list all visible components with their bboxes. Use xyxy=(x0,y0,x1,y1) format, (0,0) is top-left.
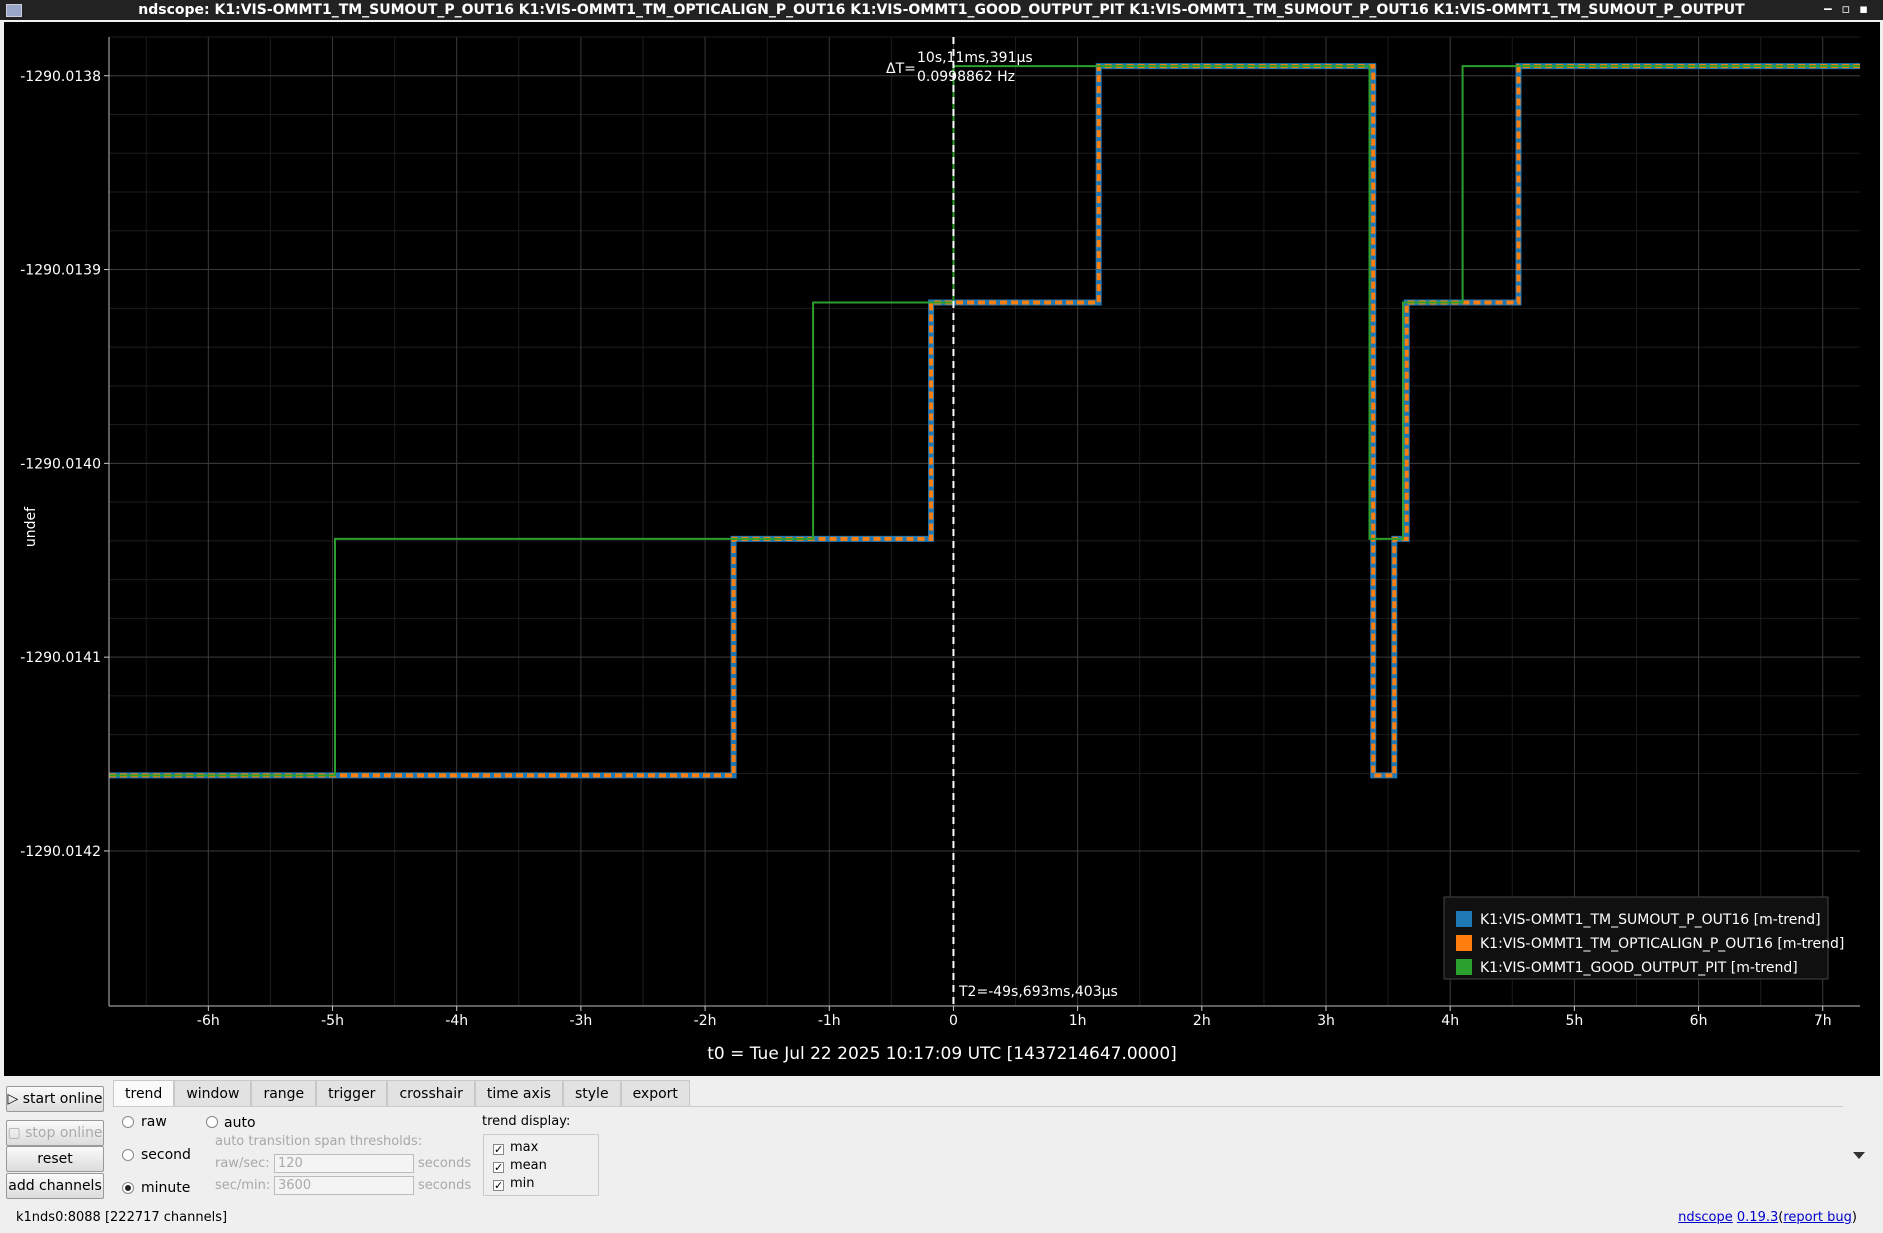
trend-display-label: trend display: xyxy=(482,1114,571,1129)
auto-radio[interactable] xyxy=(206,1116,218,1128)
minimize-icon[interactable]: ‒ xyxy=(1823,2,1841,17)
series-line-1 xyxy=(109,64,1860,778)
y-tick-label: -1290.0139 xyxy=(20,263,101,279)
reset-button[interactable]: reset xyxy=(6,1146,104,1172)
legend-swatch xyxy=(1456,935,1472,951)
x-tick-label: -6h xyxy=(197,1013,220,1029)
tab-export[interactable]: export xyxy=(620,1080,690,1106)
second-label: second xyxy=(141,1147,191,1163)
sec-min-label: sec/min: xyxy=(215,1178,271,1193)
raw-radio[interactable] xyxy=(122,1116,134,1128)
maximize-icon[interactable]: ▫ xyxy=(1841,2,1859,17)
x-tick-label: 4h xyxy=(1441,1013,1459,1029)
plot-area[interactable]: -6h -5h -4h -3h -2h -1h 0 1h 2h 3h 4h 5h 6h 7h -1290.0… xyxy=(4,22,1880,1076)
min-checkbox[interactable]: ✓ xyxy=(493,1180,504,1191)
series-line-0 xyxy=(109,63,1860,779)
plot-grid xyxy=(109,36,1860,1006)
cursor-t2-label: T2=-49s,693ms,403μs xyxy=(958,984,1118,1000)
plot-axes: -6h -5h -4h -3h -2h -1h 0 1h 2h 3h 4h 5h 6h 7h -1290.0… xyxy=(20,37,1860,1029)
close-icon[interactable]: ▪ xyxy=(1859,2,1877,17)
close-paren: ) xyxy=(1851,1210,1857,1225)
x-tick-label: 7h xyxy=(1814,1013,1832,1029)
sec-min-unit: seconds xyxy=(418,1178,472,1193)
y-tick-label: -1290.0141 xyxy=(20,650,101,666)
plot-legend: K1:VIS-OMMT1_TM_SUMOUT_P_OUT16 [m-trend]… xyxy=(1443,896,1844,980)
ndscope-link[interactable]: ndscope xyxy=(1678,1210,1733,1225)
status-server: k1nds0:8088 [222717 channels] xyxy=(16,1210,227,1225)
legend-swatch xyxy=(1456,911,1472,927)
tab-trend[interactable]: trend xyxy=(113,1080,175,1106)
x-tick-label: 6h xyxy=(1690,1013,1708,1029)
auto-label: auto xyxy=(224,1115,256,1131)
raw-sec-input[interactable]: 120 xyxy=(274,1154,414,1173)
x-tick-label: -4h xyxy=(445,1013,468,1029)
raw-label: raw xyxy=(141,1114,167,1130)
max-checkbox[interactable]: ✓ xyxy=(493,1144,504,1155)
thresholds-label: auto transition span thresholds: xyxy=(215,1134,423,1149)
x-tick-label: 2h xyxy=(1193,1013,1211,1029)
cursor-delta-frequency: 0.0998862 Hz xyxy=(917,69,1015,85)
max-label: max xyxy=(510,1140,539,1155)
window-menu-icon[interactable] xyxy=(6,4,22,17)
report-bug-link[interactable]: report bug xyxy=(1783,1210,1852,1225)
trend-display-group: ✓ max ✓ mean ✓ min xyxy=(483,1134,599,1196)
legend-label: K1:VIS-OMMT1_TM_SUMOUT_P_OUT16 [m-trend] xyxy=(1480,912,1821,928)
plot-series xyxy=(109,63,1860,779)
version-link[interactable]: 0.19.3 xyxy=(1737,1210,1778,1225)
tab-crosshair[interactable]: crosshair xyxy=(387,1080,475,1106)
window-buttons: ‒▫▪ xyxy=(1823,0,1877,20)
raw-sec-label: raw/sec: xyxy=(215,1156,270,1171)
tab-style[interactable]: style xyxy=(562,1080,621,1106)
legend-swatch xyxy=(1456,959,1472,975)
stop-online-button[interactable]: ▢ stop online xyxy=(6,1120,104,1146)
mean-checkbox[interactable]: ✓ xyxy=(493,1162,504,1173)
x-tick-label: -1h xyxy=(818,1013,841,1029)
x-tick-label: 0 xyxy=(949,1013,958,1029)
minute-label: minute xyxy=(141,1180,191,1196)
legend-label: K1:VIS-OMMT1_TM_OPTICALIGN_P_OUT16 [m-tr… xyxy=(1480,936,1844,952)
cursor-delta-time: 10s,11ms,391μs xyxy=(917,50,1033,66)
start-online-button[interactable]: ▷ start online xyxy=(6,1086,104,1112)
window-titlebar: ndscope: K1:VIS-OMMT1_TM_SUMOUT_P_OUT16 … xyxy=(0,0,1883,20)
window-title: ndscope: K1:VIS-OMMT1_TM_SUMOUT_P_OUT16 … xyxy=(138,2,1745,18)
x-tick-label: 3h xyxy=(1317,1013,1335,1029)
y-tick-label: -1290.0138 xyxy=(20,69,101,85)
y-axis-label: undef xyxy=(23,506,39,547)
legend-label: K1:VIS-OMMT1_GOOD_OUTPUT_PIT [m-trend] xyxy=(1480,960,1798,976)
tab-divider xyxy=(113,1106,1843,1107)
mean-label: mean xyxy=(510,1158,547,1173)
tab-range[interactable]: range xyxy=(251,1080,317,1106)
t0-label: t0 = Tue Jul 22 2025 10:17:09 UTC [14372… xyxy=(707,1044,1177,1064)
x-tick-label: -3h xyxy=(569,1013,592,1029)
y-tick-label: -1290.0140 xyxy=(20,456,101,472)
raw-sec-unit: seconds xyxy=(418,1156,472,1171)
tab-trigger[interactable]: trigger xyxy=(316,1080,388,1106)
x-tick-label: 1h xyxy=(1069,1013,1087,1029)
series-line-2 xyxy=(109,65,1860,777)
chevron-down-icon[interactable] xyxy=(1853,1152,1865,1159)
tab-time-axis[interactable]: time axis xyxy=(474,1080,563,1106)
server-address: k1nds0:8088 xyxy=(16,1210,101,1225)
channel-count: [222717 channels] xyxy=(104,1210,228,1225)
second-radio[interactable] xyxy=(122,1149,134,1161)
sec-min-input[interactable]: 3600 xyxy=(274,1176,414,1195)
x-tick-label: 5h xyxy=(1565,1013,1583,1029)
add-channels-button[interactable]: add channels xyxy=(6,1173,104,1199)
minute-radio[interactable] xyxy=(122,1182,134,1194)
tab-bar: trend window range trigger crosshair tim… xyxy=(113,1080,690,1106)
trend-plot[interactable]: -6h -5h -4h -3h -2h -1h 0 1h 2h 3h 4h 5h 6h 7h -1290.0… xyxy=(4,22,1880,1076)
y-tick-label: -1290.0142 xyxy=(20,844,101,860)
tab-window[interactable]: window xyxy=(174,1080,252,1106)
control-panel: ▷ start online ▢ stop online reset add c… xyxy=(0,1076,1883,1233)
cursor-delta-label: ΔT= xyxy=(886,61,916,77)
min-label: min xyxy=(510,1176,535,1191)
x-tick-label: -2h xyxy=(694,1013,717,1029)
status-version: ndscope 0.19.3(report bug) xyxy=(1678,1210,1857,1225)
x-tick-label: -5h xyxy=(321,1013,344,1029)
